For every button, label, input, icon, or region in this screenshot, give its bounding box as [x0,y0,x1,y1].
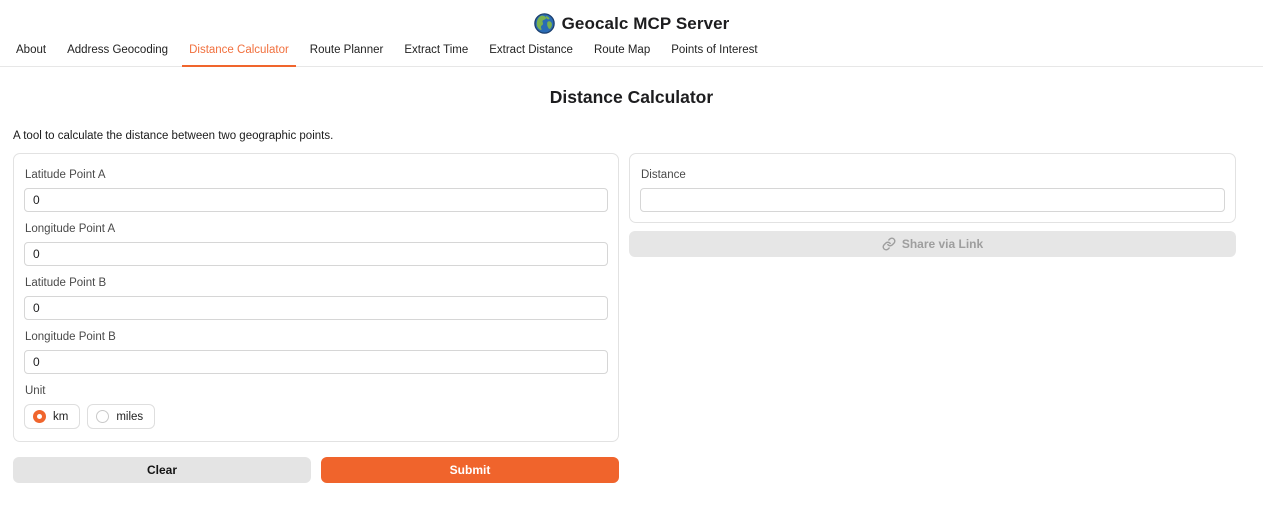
unit-label: Unit [25,385,608,397]
field-latitude-a: Latitude Point A [24,169,608,212]
tab-about[interactable]: About [9,38,53,67]
page-description: A tool to calculate the distance between… [13,130,1263,142]
link-icon [882,237,896,251]
longitude-b-label: Longitude Point B [25,331,608,343]
unit-option-km[interactable]: km [24,404,80,429]
longitude-b-input[interactable] [24,350,608,374]
field-longitude-b: Longitude Point B [24,331,608,374]
field-unit: Unit km miles [24,385,608,429]
distance-label: Distance [641,169,1225,181]
form-actions: Clear Submit [13,457,619,483]
clear-button[interactable]: Clear [13,457,311,483]
field-latitude-b: Latitude Point B [24,277,608,320]
tab-extract-time[interactable]: Extract Time [397,38,475,67]
tab-points-of-interest[interactable]: Points of Interest [664,38,764,67]
latitude-b-label: Latitude Point B [25,277,608,289]
share-via-link-label: Share via Link [902,237,983,251]
app-title: Geocalc MCP Server [562,14,730,34]
latitude-b-input[interactable] [24,296,608,320]
input-card: Latitude Point A Longitude Point A Latit… [13,153,619,442]
latitude-a-input[interactable] [24,188,608,212]
latitude-a-label: Latitude Point A [25,169,608,181]
longitude-a-input[interactable] [24,242,608,266]
output-card: Distance [629,153,1236,223]
submit-button[interactable]: Submit [321,457,619,483]
radio-unselected-icon [96,410,109,423]
unit-option-miles[interactable]: miles [87,404,155,429]
field-longitude-a: Longitude Point A [24,223,608,266]
radio-selected-icon [33,410,46,423]
input-column: Latitude Point A Longitude Point A Latit… [13,153,619,483]
tab-address-geocoding[interactable]: Address Geocoding [60,38,175,67]
page-title: Distance Calculator [0,87,1263,108]
tab-distance-calculator[interactable]: Distance Calculator [182,38,296,67]
tab-extract-distance[interactable]: Extract Distance [482,38,580,67]
tab-route-map[interactable]: Route Map [587,38,657,67]
unit-radio-group: km miles [24,404,608,429]
unit-km-label: km [53,411,68,423]
content-columns: Latitude Point A Longitude Point A Latit… [0,153,1263,483]
output-column: Distance Share via Link [629,153,1236,483]
longitude-a-label: Longitude Point A [25,223,608,235]
distance-output-input[interactable] [640,188,1225,212]
share-via-link-button[interactable]: Share via Link [629,231,1236,257]
nav-tabs: About Address Geocoding Distance Calcula… [0,38,1263,67]
unit-miles-label: miles [116,411,143,423]
field-distance: Distance [640,169,1225,212]
app-header: Geocalc MCP Server [0,0,1263,38]
tab-route-planner[interactable]: Route Planner [303,38,391,67]
globe-logo-icon [534,13,555,34]
